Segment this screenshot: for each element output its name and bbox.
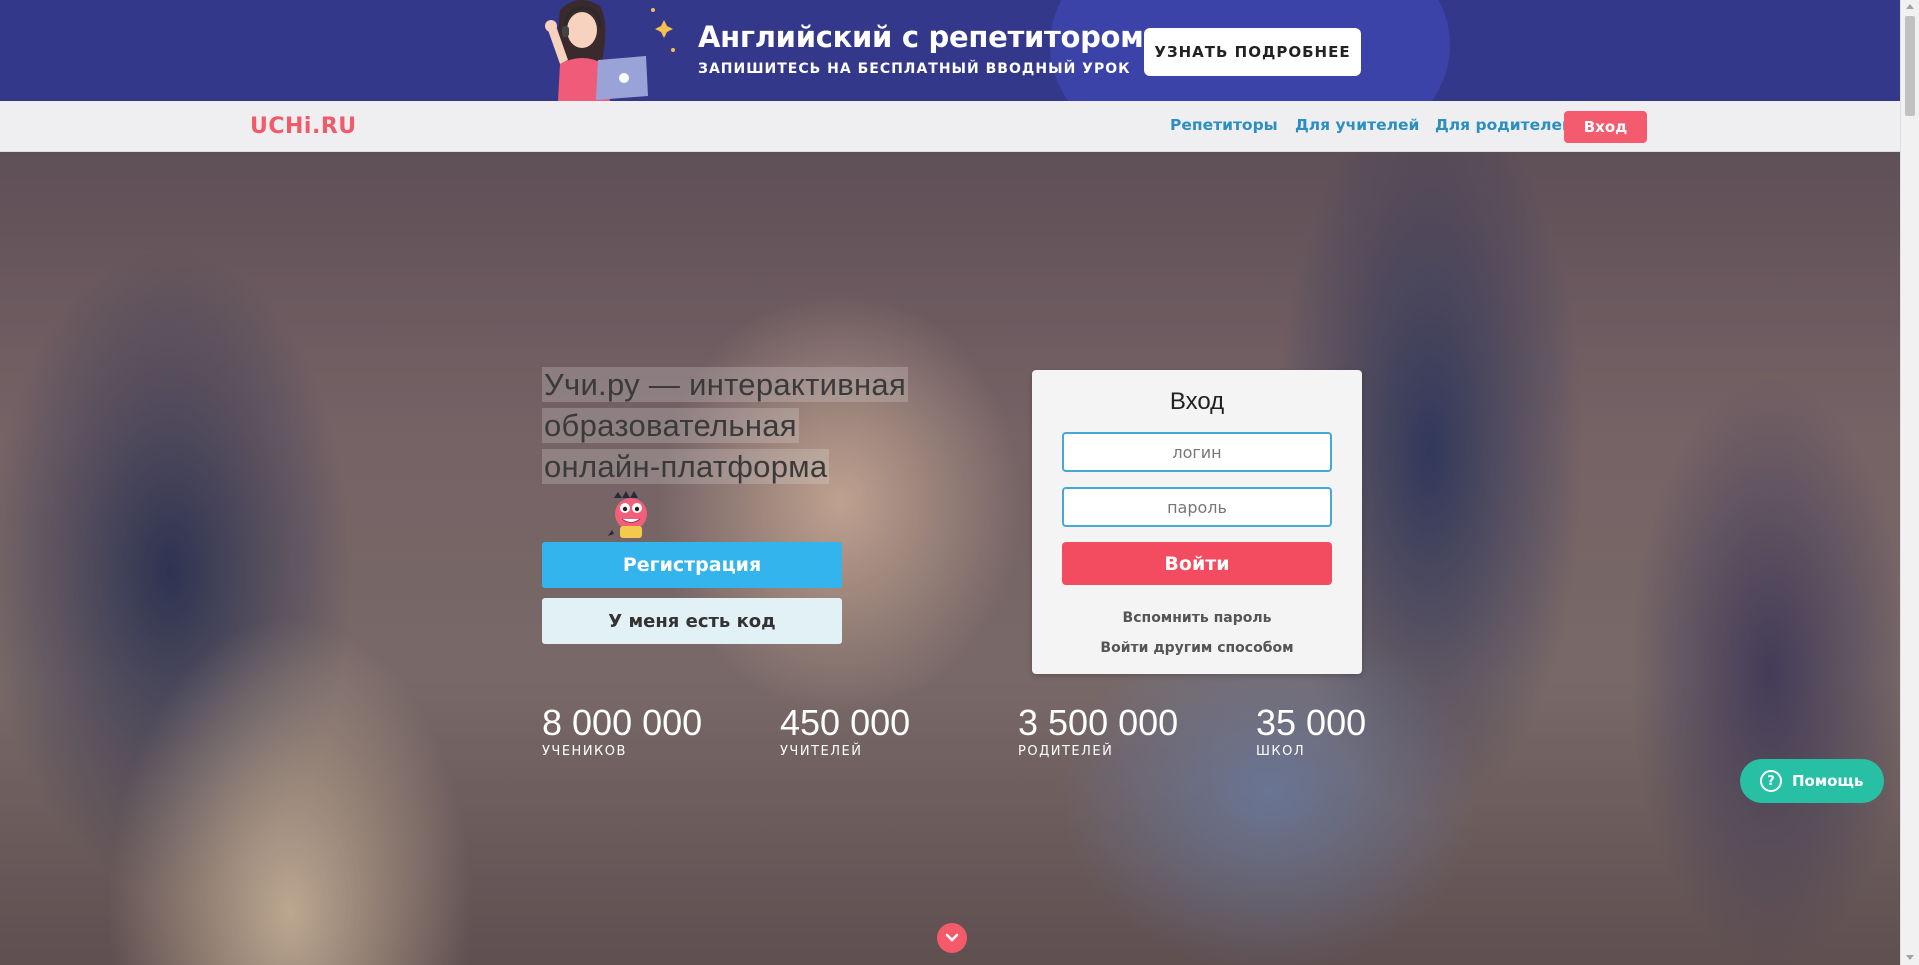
tagline-line: онлайн-платформа — [542, 449, 830, 484]
scrollbar-thumb[interactable] — [1905, 16, 1915, 116]
nav-link-tutors[interactable]: Репетиторы — [1170, 116, 1278, 134]
hero-section: Учи.ру — интерактивная образовательная о… — [0, 152, 1900, 965]
stat-value: 3 500 000 — [1018, 702, 1179, 743]
uchi-logo[interactable]: UCHi.RU — [250, 114, 357, 139]
help-button[interactable]: ? Помощь — [1740, 759, 1884, 803]
hero-background-photo — [0, 152, 1900, 965]
scroll-down-arrow-icon[interactable] — [1906, 955, 1914, 960]
promo-banner[interactable]: Английский с репетитором ЗАПИШИТЕСЬ НА Б… — [0, 0, 1900, 101]
scroll-down-button[interactable] — [937, 923, 967, 953]
tutor-illustration-icon — [545, 0, 675, 101]
forgot-password-link[interactable]: Вспомнить пароль — [1032, 610, 1362, 626]
dino-mascot-icon — [608, 491, 647, 538]
have-code-button[interactable]: У меня есть код — [542, 598, 842, 644]
stat-teachers: 450 000 УЧИТЕЛЕЙ — [780, 702, 911, 760]
stat-value: 450 000 — [780, 702, 911, 743]
page-scrollbar[interactable] — [1900, 0, 1919, 965]
login-card-title: Вход — [1169, 388, 1225, 415]
alt-login-link[interactable]: Войти другим способом — [1032, 640, 1362, 656]
chevron-down-icon — [945, 933, 959, 942]
question-icon: ? — [1760, 770, 1782, 792]
login-input[interactable] — [1062, 432, 1332, 472]
help-label: Помощь — [1792, 772, 1864, 790]
nav-login-button[interactable]: Вход — [1564, 111, 1647, 143]
stat-label: УЧИТЕЛЕЙ — [780, 744, 863, 759]
password-input[interactable] — [1062, 487, 1332, 527]
scroll-up-arrow-icon[interactable] — [1906, 4, 1914, 9]
stat-schools: 35 000 ШКОЛ — [1256, 702, 1367, 760]
tagline-line: Учи.ру — интерактивная — [542, 367, 909, 402]
promo-subtitle: ЗАПИШИТЕСЬ НА БЕСПЛАТНЫЙ ВВОДНЫЙ УРОК — [698, 61, 1131, 77]
promo-title: Английский с репетитором — [698, 20, 1144, 54]
stat-label: ШКОЛ — [1256, 744, 1306, 759]
stat-label: УЧЕНИКОВ — [542, 744, 627, 759]
login-submit-button[interactable]: Войти — [1062, 542, 1332, 585]
stat-value: 35 000 — [1256, 702, 1367, 743]
nav-link-teachers[interactable]: Для учителей — [1295, 116, 1419, 134]
nav-link-parents[interactable]: Для родителей — [1435, 116, 1573, 134]
stat-students: 8 000 000 УЧЕНИКОВ — [542, 702, 703, 760]
promo-learn-more-button[interactable]: УЗНАТЬ ПОДРОБНЕЕ — [1144, 28, 1361, 76]
login-card: Вход Войти Вспомнить пароль Войти другим… — [1032, 370, 1362, 674]
top-nav: UCHi.RU Репетиторы Для учителей Для роди… — [0, 101, 1900, 152]
tagline-line: образовательная — [542, 408, 799, 443]
stat-parents: 3 500 000 РОДИТЕЛЕЙ — [1018, 702, 1179, 760]
stat-value: 8 000 000 — [542, 702, 703, 743]
hero-tagline: Учи.ру — интерактивная образовательная о… — [542, 364, 942, 487]
stat-label: РОДИТЕЛЕЙ — [1018, 744, 1114, 759]
register-button[interactable]: Регистрация — [542, 542, 842, 588]
